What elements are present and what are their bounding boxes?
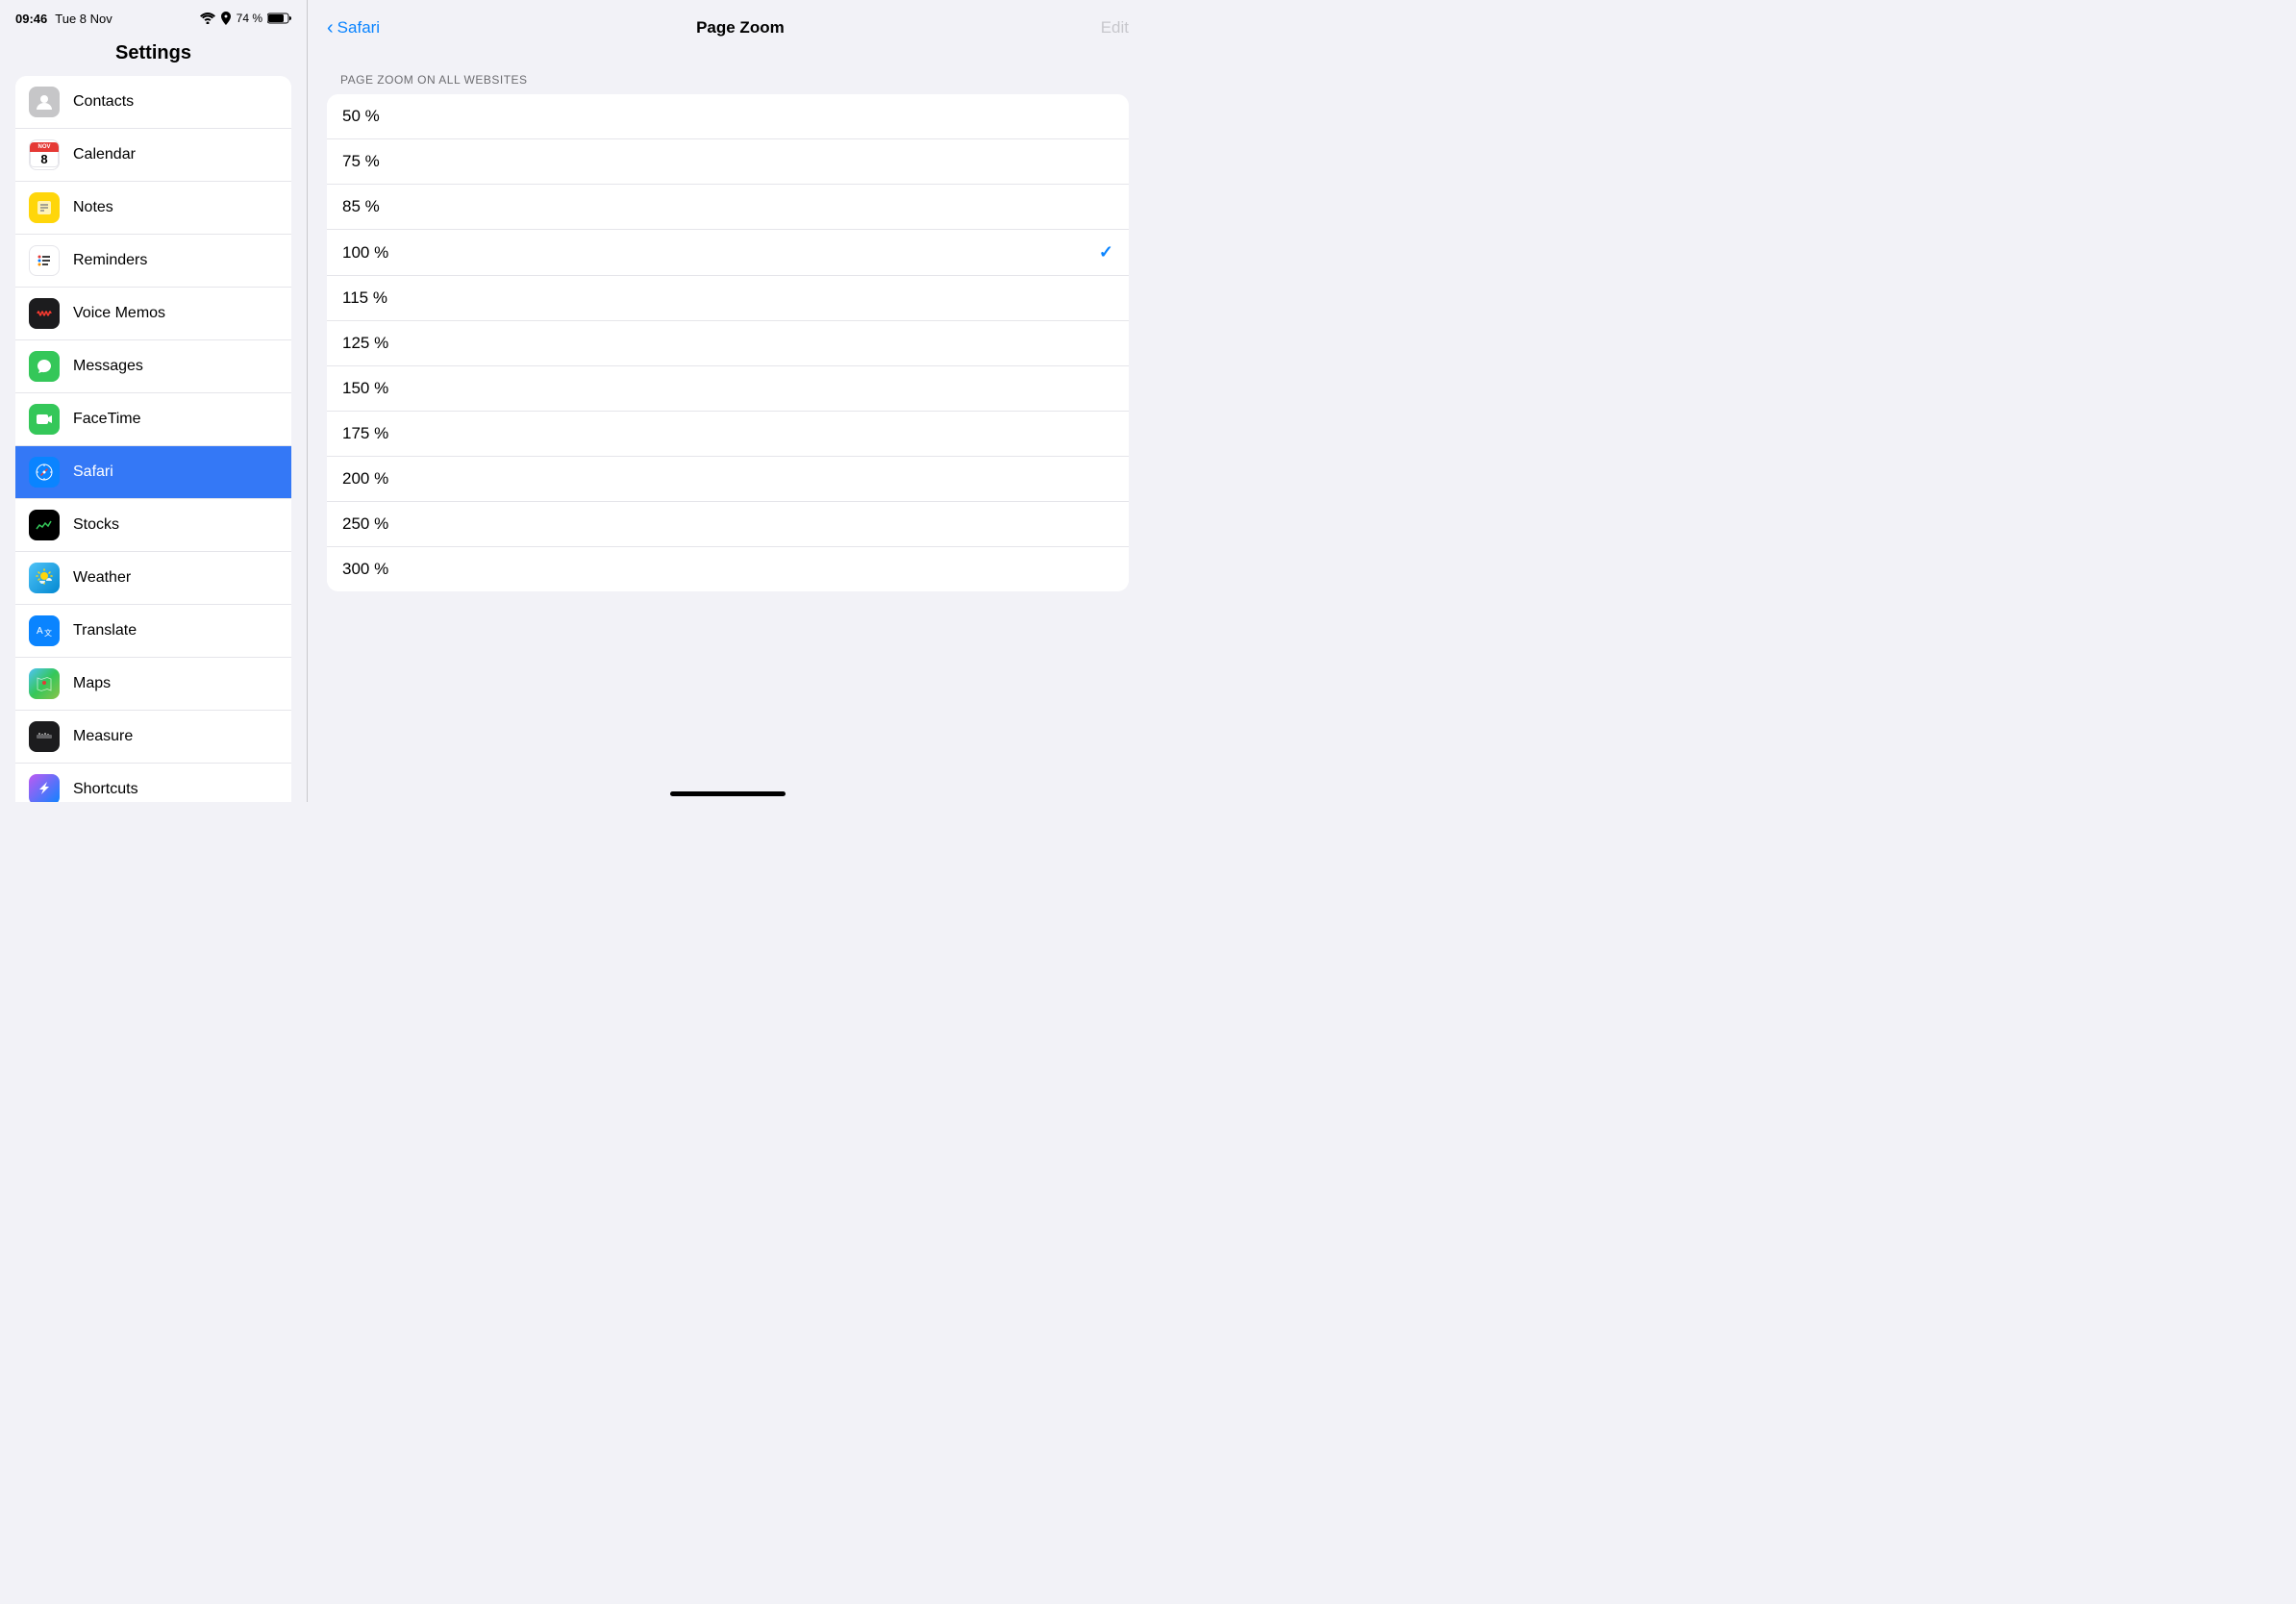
zoom-label: 50 % xyxy=(342,107,380,126)
home-indicator xyxy=(308,784,1148,802)
notes-label: Notes xyxy=(73,199,278,216)
zoom-item[interactable]: 150 % xyxy=(327,366,1129,412)
zoom-item[interactable]: 175 % xyxy=(327,412,1129,457)
right-panel: ‹ Safari Page Zoom Edit PAGE ZOOM ON ALL… xyxy=(308,0,1148,802)
calendar-label: Calendar xyxy=(73,146,278,163)
maps-label: Maps xyxy=(73,675,278,692)
zoom-item[interactable]: 100 % ✓ xyxy=(327,230,1129,276)
status-bar: 09:46 Tue 8 Nov 74 % xyxy=(0,0,307,35)
left-panel: 09:46 Tue 8 Nov 74 % Settings xyxy=(0,0,308,802)
svg-text:文: 文 xyxy=(44,628,52,638)
sidebar-item-messages[interactable]: Messages xyxy=(15,340,291,393)
zoom-item[interactable]: 50 % xyxy=(327,94,1129,139)
settings-title: Settings xyxy=(0,35,307,76)
shortcuts-label: Shortcuts xyxy=(73,781,278,798)
zoom-label: 175 % xyxy=(342,424,388,443)
maps-app-icon xyxy=(29,668,60,699)
edit-button[interactable]: Edit xyxy=(1101,18,1129,38)
sidebar-item-translate[interactable]: A 文 Translate xyxy=(15,605,291,658)
zoom-label: 300 % xyxy=(342,560,388,579)
safari-app-icon xyxy=(29,457,60,488)
battery-level: 74 % xyxy=(237,12,262,25)
sidebar-list: Contacts NOV 8 Calendar Notes xyxy=(0,76,307,802)
content-area: PAGE ZOOM ON ALL WEBSITES 50 % 75 % 85 % 10… xyxy=(308,54,1148,784)
sidebar-item-voice-memos[interactable]: Voice Memos xyxy=(15,288,291,340)
zoom-list: 50 % 75 % 85 % 100 % ✓ 115 % 125 % 150 % 175 % 20… xyxy=(327,94,1129,591)
zoom-label: 115 % xyxy=(342,288,387,308)
zoom-label: 125 % xyxy=(342,334,388,353)
right-header: ‹ Safari Page Zoom Edit xyxy=(308,0,1148,54)
measure-label: Measure xyxy=(73,728,278,745)
zoom-item[interactable]: 125 % xyxy=(327,321,1129,366)
status-time: 09:46 xyxy=(15,12,47,26)
sidebar-item-maps[interactable]: Maps xyxy=(15,658,291,711)
sidebar-item-facetime[interactable]: FaceTime xyxy=(15,393,291,446)
reminders-label: Reminders xyxy=(73,252,278,269)
zoom-item[interactable]: 85 % xyxy=(327,185,1129,230)
messages-app-icon xyxy=(29,351,60,382)
zoom-label: 75 % xyxy=(342,152,380,171)
shortcuts-app-icon xyxy=(29,774,60,802)
sidebar-item-shortcuts[interactable]: Shortcuts xyxy=(15,764,291,802)
facetime-app-icon xyxy=(29,404,60,435)
back-button[interactable]: ‹ Safari xyxy=(327,18,380,38)
voicememos-label: Voice Memos xyxy=(73,305,278,322)
wifi-icon xyxy=(200,13,215,24)
back-label: Safari xyxy=(337,18,380,38)
zoom-item[interactable]: 300 % xyxy=(327,547,1129,591)
zoom-item[interactable]: 115 % xyxy=(327,276,1129,321)
zoom-item[interactable]: 75 % xyxy=(327,139,1129,185)
sidebar-section-1: Contacts NOV 8 Calendar Notes xyxy=(15,76,291,802)
sidebar-item-measure[interactable]: Measure xyxy=(15,711,291,764)
location-icon xyxy=(220,12,232,25)
zoom-label: 250 % xyxy=(342,514,388,534)
contacts-label: Contacts xyxy=(73,93,278,111)
messages-label: Messages xyxy=(73,358,278,375)
page-title: Page Zoom xyxy=(380,18,1101,38)
zoom-item[interactable]: 200 % xyxy=(327,457,1129,502)
stocks-app-icon xyxy=(29,510,60,540)
sidebar-item-weather[interactable]: Weather xyxy=(15,552,291,605)
zoom-label: 100 % xyxy=(342,243,388,263)
status-icons: 74 % xyxy=(200,12,291,25)
weather-app-icon xyxy=(29,563,60,593)
measure-app-icon xyxy=(29,721,60,752)
translate-app-icon: A 文 xyxy=(29,615,60,646)
sidebar-item-contacts[interactable]: Contacts xyxy=(15,76,291,129)
calendar-app-icon: NOV 8 xyxy=(29,139,60,170)
voicememos-app-icon xyxy=(29,298,60,329)
contacts-app-icon xyxy=(29,87,60,117)
sidebar-item-reminders[interactable]: Reminders xyxy=(15,235,291,288)
zoom-item[interactable]: 250 % xyxy=(327,502,1129,547)
sidebar-item-notes[interactable]: Notes xyxy=(15,182,291,235)
back-chevron-icon: ‹ xyxy=(327,18,334,38)
sidebar-item-stocks[interactable]: Stocks xyxy=(15,499,291,552)
zoom-label: 150 % xyxy=(342,379,388,398)
section-label: PAGE ZOOM ON ALL WEBSITES xyxy=(327,73,1129,87)
status-date: Tue 8 Nov xyxy=(55,12,112,26)
facetime-label: FaceTime xyxy=(73,411,278,428)
home-bar xyxy=(670,791,786,796)
reminders-app-icon xyxy=(29,245,60,276)
safari-label: Safari xyxy=(73,464,278,481)
zoom-label: 200 % xyxy=(342,469,388,489)
weather-label: Weather xyxy=(73,569,278,587)
stocks-label: Stocks xyxy=(73,516,278,534)
sidebar-item-safari[interactable]: Safari xyxy=(15,446,291,499)
notes-app-icon xyxy=(29,192,60,223)
sidebar-item-calendar[interactable]: NOV 8 Calendar xyxy=(15,129,291,182)
svg-text:A: A xyxy=(37,626,43,637)
zoom-label: 85 % xyxy=(342,197,380,216)
translate-label: Translate xyxy=(73,622,278,639)
battery-icon xyxy=(267,13,291,24)
zoom-checkmark-icon: ✓ xyxy=(1099,242,1113,263)
